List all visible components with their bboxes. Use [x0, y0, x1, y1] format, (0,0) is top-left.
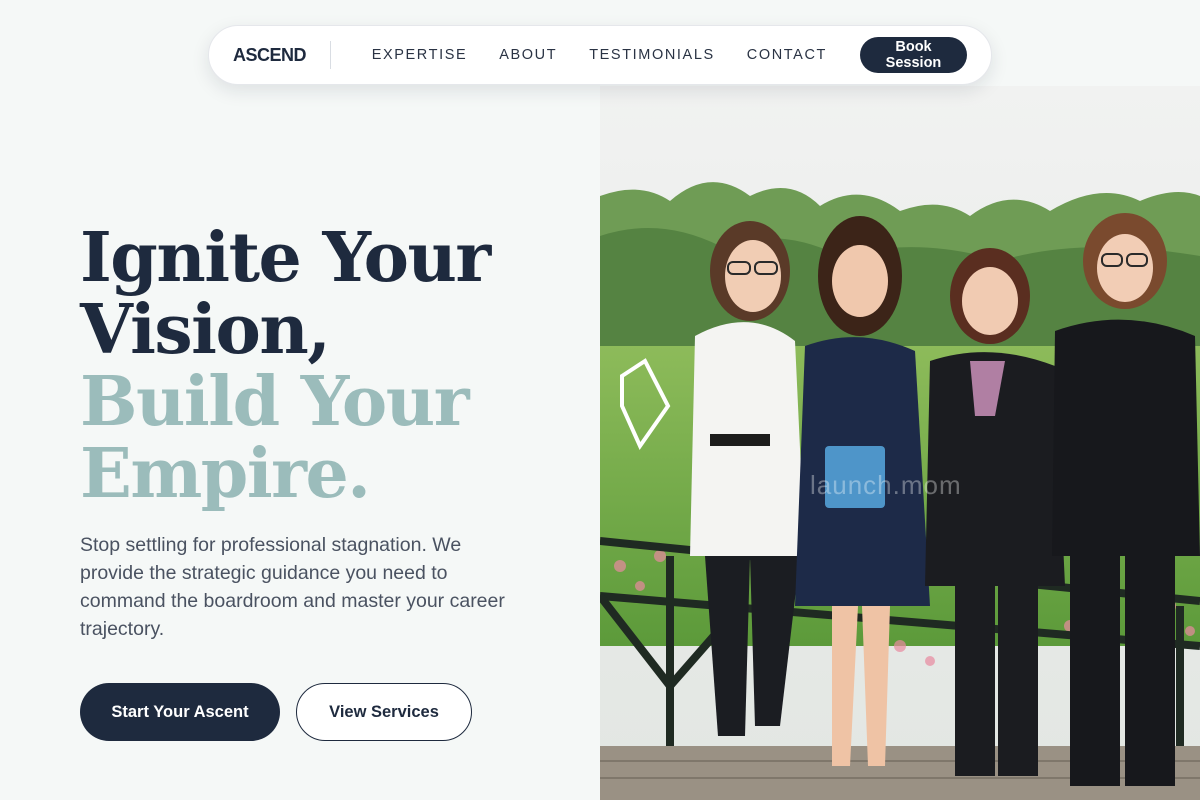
hero-description: Stop settling for professional stagnatio… — [80, 534, 505, 640]
nav-link-expertise[interactable]: EXPERTISE — [372, 47, 468, 63]
landing-page: ASCEND EXPERTISE ABOUT TESTIMONIALS CONT… — [0, 0, 1200, 800]
book-session-button[interactable]: Book Session — [859, 37, 967, 73]
nav-link-contact[interactable]: CONTACT — [747, 47, 827, 63]
start-ascent-button[interactable]: Start Your Ascent — [80, 683, 280, 741]
nav-link-about[interactable]: ABOUT — [499, 47, 557, 63]
hero-photo — [600, 86, 1200, 800]
headline-line-4: Empire. — [80, 434, 371, 514]
nav-divider — [330, 41, 331, 69]
headline-line-1: Ignite Your — [80, 218, 491, 298]
top-nav: ASCEND EXPERTISE ABOUT TESTIMONIALS CONT… — [208, 25, 992, 85]
headline-line-3: Build Your — [80, 362, 470, 442]
nav-link-testimonials[interactable]: TESTIMONIALS — [589, 47, 715, 63]
photo-watermark: launch.mom — [810, 470, 962, 500]
team-photo-illustration — [600, 86, 1200, 800]
hero-headline: Ignite Your Vision, Build Your Empire. — [80, 218, 491, 514]
headline-line-2: Vision, — [80, 290, 331, 370]
view-services-button[interactable]: View Services — [296, 683, 472, 741]
brand-logo[interactable]: ASCEND — [233, 45, 307, 66]
